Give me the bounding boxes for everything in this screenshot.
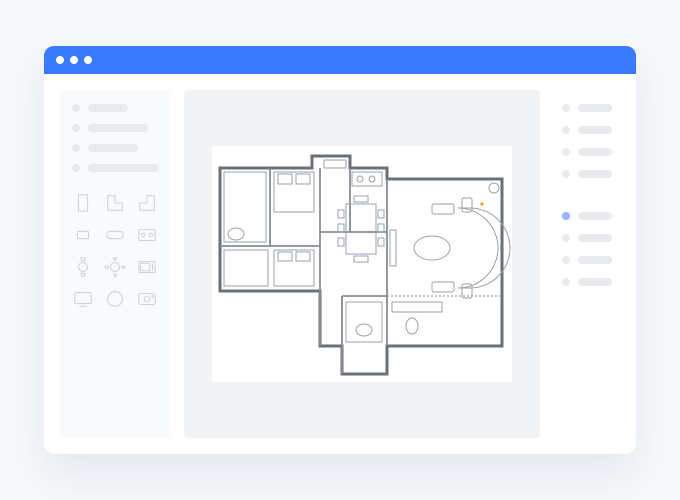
bullet-icon: [562, 234, 570, 242]
shape-round-table[interactable]: [72, 256, 94, 278]
bullet-icon: [72, 144, 80, 152]
bullet-icon: [562, 170, 570, 178]
bullet-icon: [72, 164, 80, 172]
app-window: [44, 46, 636, 454]
shape-dial[interactable]: [104, 288, 126, 310]
shape-stovetop[interactable]: [136, 224, 158, 246]
property-row[interactable]: [562, 256, 612, 264]
category-label-placeholder: [88, 144, 138, 152]
shape-microwave[interactable]: [136, 256, 158, 278]
window-control-close[interactable]: [56, 56, 64, 64]
titlebar: [44, 46, 636, 74]
property-row[interactable]: [562, 126, 612, 134]
properties-group-2: [562, 212, 612, 300]
bullet-icon: [562, 126, 570, 134]
property-row[interactable]: [562, 278, 612, 286]
property-label-placeholder: [578, 278, 612, 286]
shape-l-shape[interactable]: [104, 192, 126, 214]
bullet-icon: [562, 104, 570, 112]
sidebar-right: [554, 90, 620, 438]
property-label-placeholder: [578, 212, 612, 220]
property-label-placeholder: [578, 256, 612, 264]
category-item[interactable]: [72, 104, 158, 112]
property-label-placeholder: [578, 148, 612, 156]
shape-l-shape-mirror[interactable]: [136, 192, 158, 214]
property-row[interactable]: [562, 234, 612, 242]
bullet-icon: [562, 256, 570, 264]
property-label-placeholder: [578, 170, 612, 178]
bullet-icon: [72, 124, 80, 132]
shape-monitor[interactable]: [72, 288, 94, 310]
shape-rect-portrait[interactable]: [72, 192, 94, 214]
category-item[interactable]: [72, 144, 158, 152]
shape-rect-small[interactable]: [72, 224, 94, 246]
property-label-placeholder: [578, 234, 612, 242]
bullet-icon: [562, 212, 570, 220]
window-control-maximize[interactable]: [84, 56, 92, 64]
floor-plan-drawing: [212, 146, 512, 382]
bullet-icon: [562, 278, 570, 286]
canvas-container: [184, 90, 540, 438]
shape-pill[interactable]: [104, 224, 126, 246]
property-row[interactable]: [562, 148, 612, 156]
category-item[interactable]: [72, 164, 158, 172]
bullet-icon: [562, 148, 570, 156]
property-row[interactable]: [562, 170, 612, 178]
shape-sink[interactable]: [136, 288, 158, 310]
bullet-icon: [72, 104, 80, 112]
content-area: [44, 74, 636, 454]
shape-library: [72, 192, 158, 310]
floor-plan-canvas[interactable]: [212, 146, 512, 382]
sidebar-left: [60, 90, 170, 438]
shape-round-chairs[interactable]: [104, 256, 126, 278]
category-list: [72, 104, 158, 184]
properties-group-1: [562, 104, 612, 192]
window-control-minimize[interactable]: [70, 56, 78, 64]
property-label-placeholder: [578, 126, 612, 134]
property-label-placeholder: [578, 104, 612, 112]
category-label-placeholder: [88, 104, 128, 112]
category-item[interactable]: [72, 124, 158, 132]
property-row[interactable]: [562, 212, 612, 220]
category-label-placeholder: [88, 164, 158, 172]
property-row[interactable]: [562, 104, 612, 112]
category-label-placeholder: [88, 124, 148, 132]
